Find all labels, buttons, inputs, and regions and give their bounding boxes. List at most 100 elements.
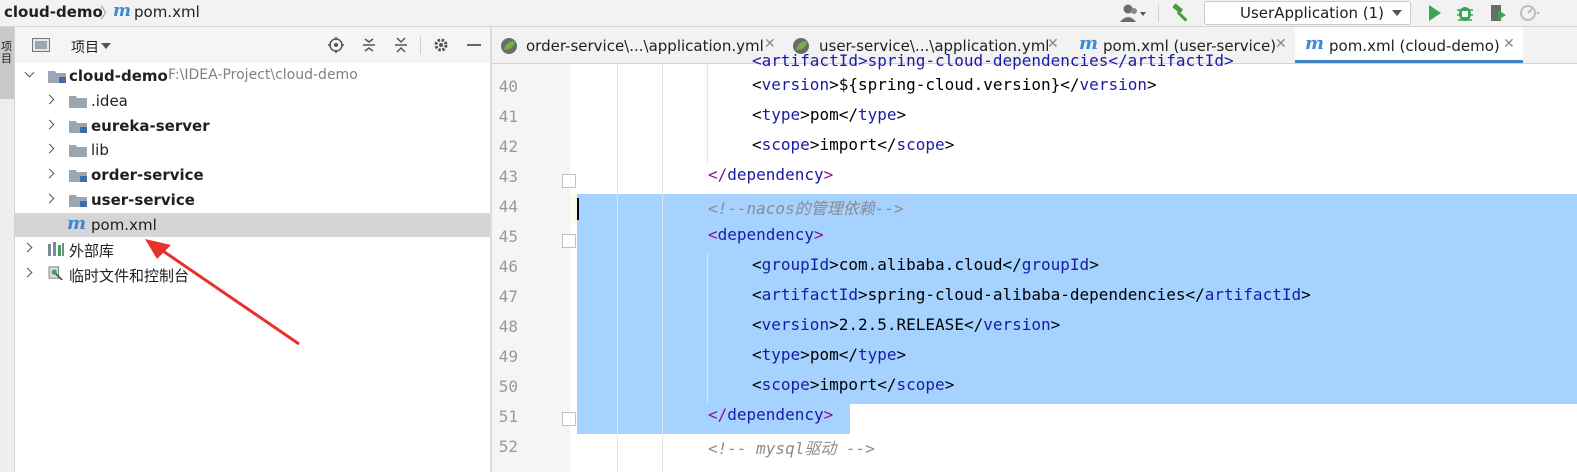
annotation-arrow-icon: [145, 239, 300, 346]
code-line: <dependency>: [708, 225, 824, 244]
code-line: <artifactId>spring-cloud-alibaba-depende…: [752, 285, 1311, 304]
maven-m-icon: m: [67, 213, 87, 234]
xml-tag: version: [983, 315, 1051, 334]
fold-marker-icon[interactable]: [562, 234, 576, 248]
tree-item-lib[interactable]: lib: [15, 138, 490, 162]
code-line: <groupId>com.alibaba.cloud</groupId>: [752, 255, 1099, 274]
bracket: >: [1301, 285, 1311, 304]
tab-label: pom.xml (cloud-demo): [1329, 37, 1500, 55]
tree-item-eureka-server[interactable]: eureka-server: [15, 114, 490, 138]
chevron-down-icon[interactable]: [101, 43, 111, 49]
project-panel-title[interactable]: 项目: [71, 37, 99, 57]
line-number[interactable]: 40: [492, 77, 518, 96]
tree-item-label: user-service: [91, 191, 195, 209]
tree-item-label: lib: [91, 141, 109, 159]
close-icon[interactable]: ✕: [1275, 36, 1287, 52]
gear-icon[interactable]: [432, 36, 450, 54]
code-line: <type>pom</type>: [752, 345, 906, 364]
module-folder-icon: [48, 71, 66, 83]
tree-item-cloud-demo[interactable]: cloud-demo F:\IDEA-Project\cloud-demo: [15, 64, 490, 88]
line-number[interactable]: 52: [492, 437, 518, 456]
tree-item-label: 外部库: [69, 242, 115, 260]
xml-tag: dependency: [727, 165, 824, 184]
xml-text: pom: [809, 345, 839, 364]
line-number[interactable]: 45: [492, 227, 518, 246]
chevron-right-icon[interactable]: [44, 168, 55, 179]
debug-icon[interactable]: [1454, 2, 1476, 24]
project-tool-tab[interactable]: 项目: [0, 27, 14, 99]
close-icon[interactable]: ✕: [1503, 36, 1515, 52]
chevron-down-icon: [1392, 10, 1402, 16]
tree-item-label: pom.xml: [91, 216, 157, 234]
tool-window-strip: 项目: [0, 27, 15, 472]
chevron-right-icon[interactable]: [44, 143, 55, 154]
profiler-icon[interactable]: [1518, 2, 1540, 24]
chevron-down-icon[interactable]: [24, 67, 35, 78]
locate-file-icon[interactable]: [327, 36, 345, 54]
chevron-right-icon[interactable]: [22, 242, 33, 253]
bracket: >: [944, 135, 955, 154]
expand-all-icon[interactable]: [360, 36, 378, 54]
run-configuration-select[interactable]: UserApplication (1): [1204, 1, 1411, 25]
breadcrumb-project[interactable]: cloud-demo: [4, 3, 103, 21]
bracket: </: [708, 405, 728, 424]
fold-marker-icon[interactable]: [562, 174, 576, 188]
line-number[interactable]: 50: [492, 377, 518, 396]
xml-tag: dependency: [717, 225, 814, 244]
chevron-right-icon[interactable]: [44, 119, 55, 130]
line-number[interactable]: 41: [492, 107, 518, 126]
line-number[interactable]: 48: [492, 317, 518, 336]
bracket: <: [752, 255, 762, 274]
run-icon[interactable]: [1423, 2, 1445, 24]
tree-item-order-service[interactable]: order-service: [15, 163, 490, 187]
bracket: <: [752, 75, 762, 94]
code-line-partial: <artifactId>spring-cloud-dependencies</a…: [752, 51, 1234, 70]
bracket: </: [877, 375, 897, 394]
tab-pom-cloud-demo[interactable]: m pom.xml (cloud-demo) ✕: [1295, 27, 1523, 63]
build-hammer-icon[interactable]: [1170, 2, 1192, 24]
xml-text: spring-cloud-alibaba-dependencies: [867, 285, 1186, 304]
line-number[interactable]: 44: [492, 197, 518, 216]
xml-text: com.alibaba.cloud: [838, 255, 1003, 274]
bracket: </: [1060, 75, 1080, 94]
tree-item-user-service[interactable]: user-service: [15, 188, 490, 212]
bracket: >: [823, 405, 834, 424]
module-folder-icon: [69, 195, 87, 207]
line-number[interactable]: 42: [492, 137, 518, 156]
bracket: >: [809, 135, 820, 154]
tab-order-service-application-yml[interactable]: order-service\...\application.yml ✕: [492, 27, 784, 63]
user-account-icon[interactable]: [1118, 3, 1150, 23]
code-editor[interactable]: <artifactId>spring-cloud-dependencies</a…: [492, 51, 1577, 472]
breadcrumb-file[interactable]: pom.xml: [134, 3, 200, 21]
bracket: <: [752, 135, 762, 154]
line-number[interactable]: 46: [492, 257, 518, 276]
indent-guide: [707, 254, 708, 404]
folder-icon: [69, 145, 87, 157]
tab-label: order-service\...\application.yml: [526, 37, 764, 55]
spring-leaf-icon: [501, 38, 517, 54]
close-icon[interactable]: ✕: [1047, 36, 1059, 52]
line-number[interactable]: 49: [492, 347, 518, 366]
xml-tag: scope: [761, 375, 810, 394]
xml-text: 2.2.5.RELEASE: [838, 315, 964, 334]
hide-panel-icon[interactable]: [465, 36, 483, 54]
line-number[interactable]: 47: [492, 287, 518, 306]
fold-marker-icon[interactable]: [562, 412, 576, 426]
bracket: >: [829, 255, 839, 274]
close-icon[interactable]: ✕: [764, 36, 776, 52]
scratches-icon: [48, 266, 63, 280]
line-number[interactable]: 51: [492, 407, 518, 426]
bracket: >: [809, 375, 820, 394]
xml-comment: <!--nacos的管理依赖-->: [708, 199, 904, 218]
chevron-right-icon[interactable]: [44, 94, 55, 105]
bracket: >: [800, 105, 810, 124]
chevron-right-icon[interactable]: [22, 267, 33, 278]
collapse-all-icon[interactable]: [392, 36, 410, 54]
bracket: </: [963, 315, 984, 334]
chevron-right-icon[interactable]: [44, 193, 55, 204]
run-with-coverage-icon[interactable]: [1487, 2, 1509, 24]
code-line: </dependency>: [708, 165, 833, 184]
line-number[interactable]: 43: [492, 167, 518, 186]
tree-item-idea[interactable]: .idea: [15, 89, 490, 113]
bracket: </: [1002, 255, 1022, 274]
